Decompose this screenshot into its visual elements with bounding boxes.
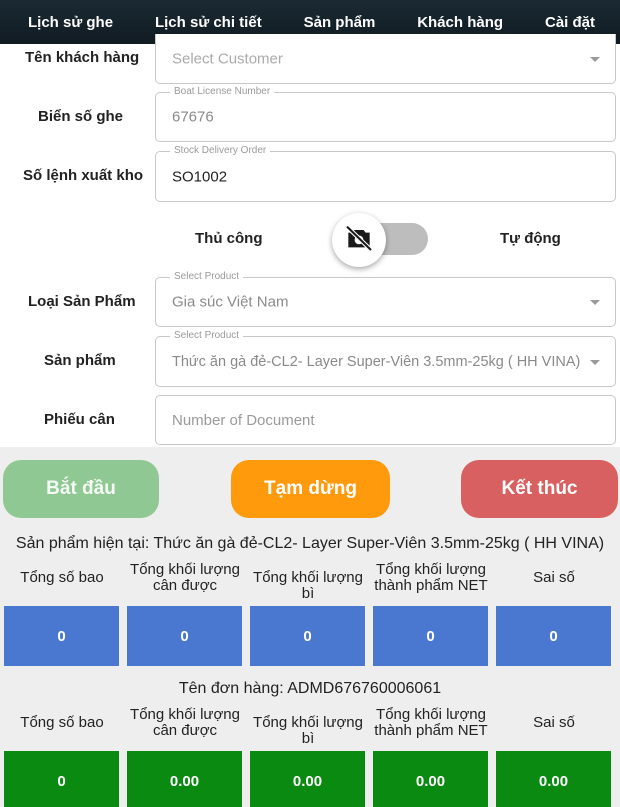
boat-license-label: Biển số ghe — [38, 108, 124, 125]
customer-label: Tên khách hàng — [25, 49, 140, 66]
chevron-down-icon — [590, 300, 600, 305]
product-legend: Select Product — [170, 330, 244, 342]
manual-mode-label: Thủ công — [195, 230, 263, 247]
order-total-tare: 0.00 — [250, 751, 365, 807]
stock-order-legend: Stock Delivery Order — [170, 145, 271, 157]
order-name-text: Tên đơn hàng: ADMD676760006061 — [178, 680, 442, 697]
order-error: 0.00 — [496, 751, 611, 807]
weigh-ticket-input[interactable] — [156, 396, 615, 444]
stat-header: Tổng khối lượng bì — [253, 714, 363, 747]
nav-settings[interactable]: Cài đặt — [545, 14, 595, 31]
end-button[interactable]: Kết thúc — [461, 460, 618, 518]
mode-toggle-knob[interactable] — [332, 213, 386, 267]
customer-placeholder: Select Customer — [172, 50, 283, 67]
chevron-down-icon — [590, 56, 600, 62]
stat-header: Sai số — [533, 714, 575, 731]
stock-order-field[interactable]: Stock Delivery Order SO1002 — [155, 145, 616, 202]
boat-license-legend: Boat License Number — [170, 86, 275, 98]
customer-select[interactable]: Select Customer — [155, 34, 616, 84]
stat-header: Tổng khối lượng bì — [253, 569, 363, 602]
camera-off-icon — [343, 222, 375, 259]
stat-header: Sai số — [533, 569, 575, 586]
current-total-weighed: 0 — [127, 606, 242, 666]
auto-mode-label: Tự động — [500, 230, 561, 247]
product-type-select[interactable]: Select Product Gia súc Việt Nam — [155, 271, 616, 327]
current-product-text: Sản phẩm hiện tại: Thức ăn gà đẻ-CL2- La… — [15, 535, 605, 552]
stat-header: Tổng khối lượng thành phẩm NET — [374, 706, 488, 739]
weigh-ticket-field[interactable] — [155, 395, 616, 445]
stat-header: Tổng khối lượng cân được — [130, 561, 240, 594]
stat-header: Tổng số bao — [20, 714, 104, 731]
order-total-weighed: 0.00 — [127, 751, 242, 807]
stat-header: Tổng số bao — [20, 569, 104, 586]
stock-order-label: Số lệnh xuất kho — [23, 167, 144, 184]
stat-header: Tổng khối lượng thành phẩm NET — [374, 561, 488, 594]
stat-header: Tổng khối lượng cân được — [130, 706, 240, 739]
product-type-legend: Select Product — [170, 271, 244, 283]
start-button[interactable]: Bắt đầu — [3, 460, 159, 518]
product-type-label: Loại Sản Phẩm — [28, 293, 136, 310]
product-select[interactable]: Select Product Thức ăn gà đẻ-CL2- Layer … — [155, 330, 616, 387]
boat-license-value: 67676 — [172, 108, 214, 126]
boat-license-field[interactable]: Boat License Number 67676 — [155, 86, 616, 142]
order-total-net: 0.00 — [373, 751, 488, 807]
current-total-bags: 0 — [4, 606, 119, 666]
nav-detail-history[interactable]: Lịch sử chi tiết — [155, 14, 262, 31]
chevron-down-icon — [590, 359, 600, 365]
nav-customers[interactable]: Khách hàng — [417, 14, 503, 31]
current-total-net: 0 — [373, 606, 488, 666]
nav-products[interactable]: Sản phẩm — [304, 14, 376, 31]
nav-boat-history[interactable]: Lịch sử ghe — [28, 14, 113, 31]
current-error: 0 — [496, 606, 611, 666]
pause-button[interactable]: Tạm dừng — [231, 460, 390, 518]
current-total-tare: 0 — [250, 606, 365, 666]
product-type-value: Gia súc Việt Nam — [172, 293, 289, 311]
weigh-ticket-label: Phiếu cân — [44, 411, 115, 428]
order-total-bags: 0 — [4, 751, 119, 807]
product-label: Sản phẩm — [44, 352, 116, 369]
stock-order-value: SO1002 — [172, 168, 228, 185]
product-value: Thức ăn gà đẻ-CL2- Layer Super-Viên 3.5m… — [172, 353, 581, 370]
